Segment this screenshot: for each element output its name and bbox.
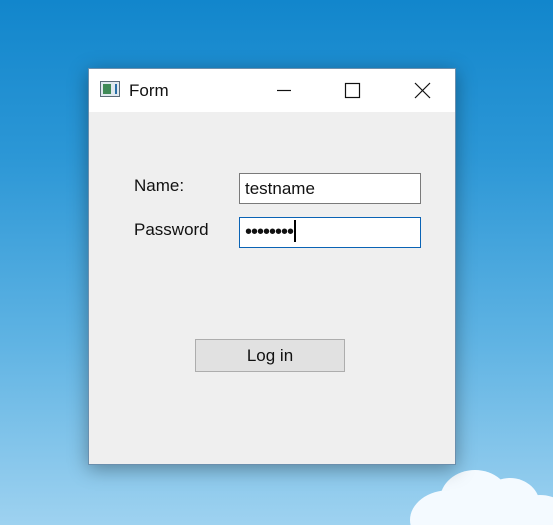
name-field[interactable]: testname	[239, 173, 421, 204]
title-bar[interactable]: Form	[89, 69, 455, 112]
password-label: Password	[134, 220, 209, 239]
name-value: testname	[245, 179, 315, 198]
close-button[interactable]	[399, 69, 445, 112]
close-icon	[414, 82, 431, 99]
window-title: Form	[129, 81, 169, 100]
desktop-background: Form Name: testname Password •••••••• Lo…	[0, 0, 553, 525]
form-client-area: Name: testname Password •••••••• Log in	[89, 112, 455, 464]
name-label: Name:	[134, 176, 185, 195]
minimize-icon	[277, 89, 291, 92]
minimize-button[interactable]	[261, 69, 307, 112]
password-field[interactable]: ••••••••	[239, 217, 421, 248]
login-button[interactable]: Log in	[195, 339, 345, 372]
maximize-button[interactable]	[329, 69, 375, 112]
text-caret	[294, 220, 297, 243]
form-window: Form Name: testname Password •••••••• Lo…	[88, 68, 456, 465]
password-mask: ••••••••	[245, 221, 294, 243]
form-app-icon	[100, 81, 120, 97]
maximize-icon	[344, 82, 361, 99]
